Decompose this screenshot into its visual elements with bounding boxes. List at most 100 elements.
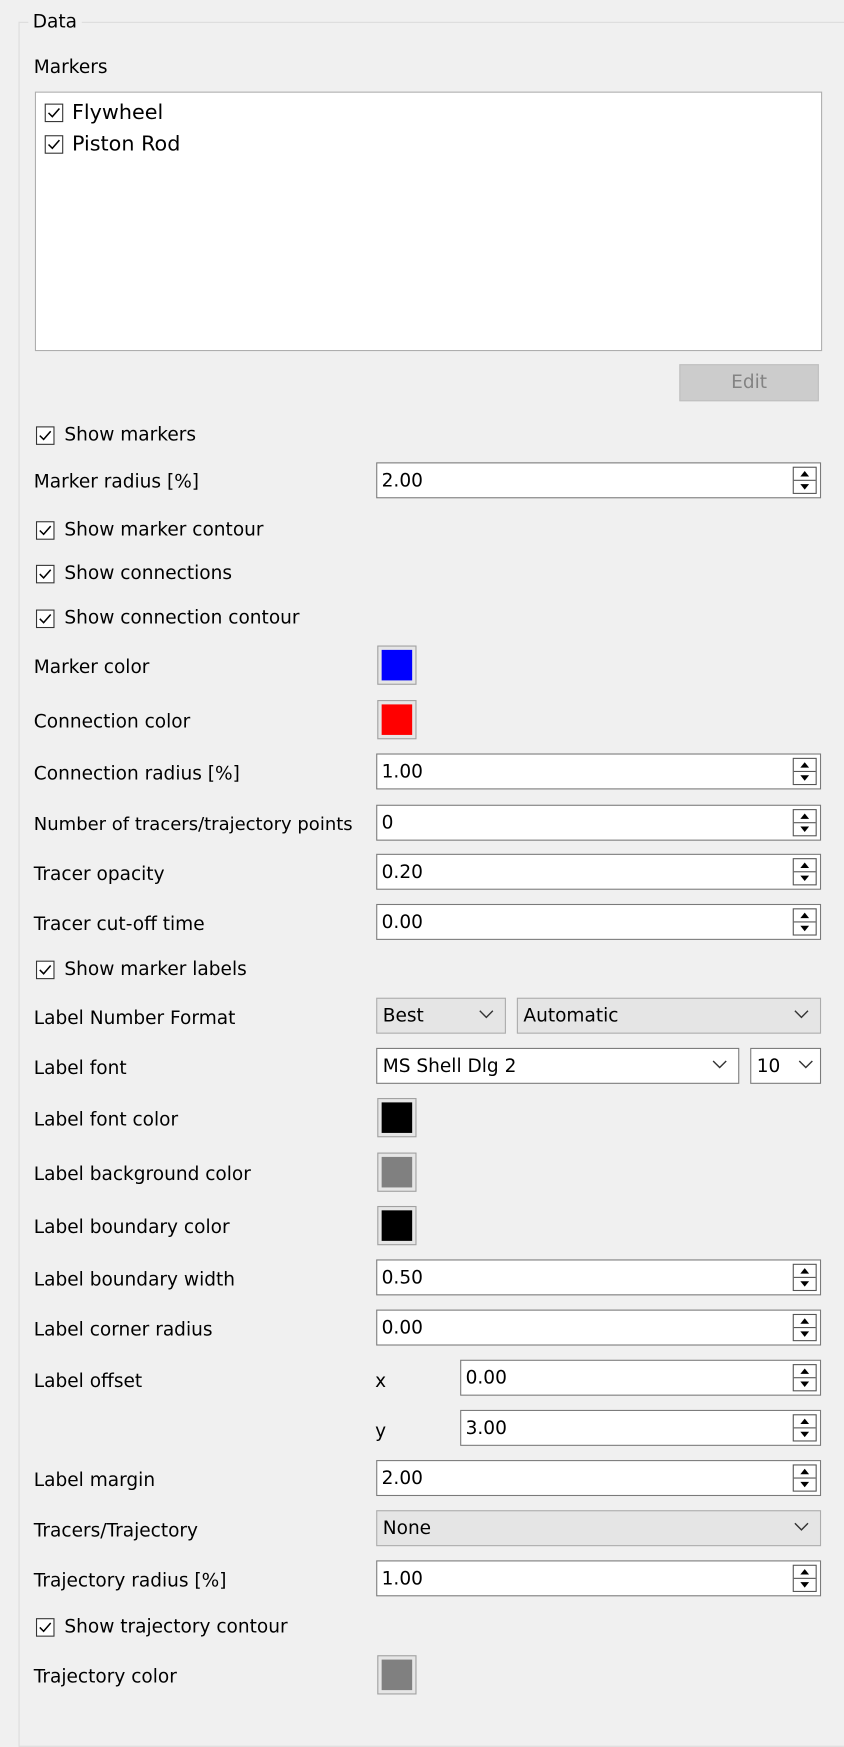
data-panel: Data Markers Flywheel Piston Rod Edit Sh… xyxy=(0,0,844,1747)
spin-up-icon[interactable] xyxy=(793,1415,816,1429)
checkbox-checked-icon[interactable] xyxy=(35,608,55,628)
checkbox-checked-icon[interactable] xyxy=(35,520,55,540)
connection-radius-spinbox[interactable]: 1.00 xyxy=(376,753,822,790)
spin-up-icon[interactable] xyxy=(793,859,816,873)
spin-arrows[interactable] xyxy=(792,1414,817,1442)
spin-down-icon[interactable] xyxy=(794,1278,816,1290)
show-marker-labels-checkbox[interactable]: Show marker labels xyxy=(35,957,247,981)
label-font-label: Label font xyxy=(33,1057,127,1080)
marker-color-button[interactable] xyxy=(377,645,417,685)
checkbox-label: Show markers xyxy=(64,424,197,446)
show-markers-checkbox[interactable]: Show markers xyxy=(35,423,197,447)
label-bg-color-button[interactable] xyxy=(377,1152,417,1192)
edit-button[interactable]: Edit xyxy=(679,364,819,402)
spin-arrows[interactable] xyxy=(792,1263,817,1292)
tracers-trajectory-combo[interactable]: None xyxy=(376,1510,822,1547)
connection-color-button[interactable] xyxy=(377,700,417,740)
color-swatch xyxy=(381,1210,413,1241)
spin-arrows[interactable] xyxy=(792,858,817,886)
label-boundary-color-button[interactable] xyxy=(377,1205,417,1246)
checkbox-label: Show marker labels xyxy=(64,958,247,981)
spin-down-icon[interactable] xyxy=(794,1428,816,1440)
spinbox-value: 0.00 xyxy=(381,911,423,934)
label-offset-x-spinbox[interactable]: 0.00 xyxy=(460,1359,822,1396)
spinbox-value: 0.00 xyxy=(381,1317,423,1340)
show-connections-checkbox[interactable]: Show connections xyxy=(35,562,232,586)
spinbox-value: 1.00 xyxy=(381,1567,423,1590)
offset-y-label: y xyxy=(375,1420,387,1443)
label-margin-spinbox[interactable]: 2.00 xyxy=(376,1460,822,1497)
chevron-down-icon xyxy=(794,1522,809,1531)
checkbox-label: Show marker contour xyxy=(64,519,264,541)
color-swatch xyxy=(381,1156,413,1188)
label-offset-y-spinbox[interactable]: 3.00 xyxy=(460,1409,822,1446)
spin-down-icon[interactable] xyxy=(794,1579,816,1591)
spin-arrows[interactable] xyxy=(792,1564,817,1592)
spin-up-icon[interactable] xyxy=(793,909,816,923)
tracer-opacity-spinbox[interactable]: 0.20 xyxy=(376,853,822,890)
spinbox-value: 2.00 xyxy=(381,1467,423,1490)
spin-down-icon[interactable] xyxy=(794,481,816,493)
label-font-color-button[interactable] xyxy=(377,1098,417,1138)
spin-arrows[interactable] xyxy=(792,757,817,786)
tracer-opacity-label: Tracer opacity xyxy=(33,863,165,886)
spin-down-icon[interactable] xyxy=(794,1378,816,1390)
spinbox-value: 1.00 xyxy=(381,761,423,783)
checkbox-checked-icon[interactable] xyxy=(44,103,64,122)
label-font-color-label: Label font color xyxy=(33,1108,179,1131)
spin-arrows[interactable] xyxy=(792,1464,817,1492)
label-corner-radius-spinbox[interactable]: 0.00 xyxy=(376,1309,822,1346)
list-item-piston-rod[interactable]: Piston Rod xyxy=(44,131,181,157)
trajectory-color-label: Trajectory color xyxy=(33,1666,177,1688)
num-tracers-spinbox[interactable]: 0 xyxy=(376,804,822,841)
tracer-cutoff-spinbox[interactable]: 0.00 xyxy=(376,903,822,940)
label-boundary-width-spinbox[interactable]: 0.50 xyxy=(376,1259,822,1296)
checkbox-checked-icon[interactable] xyxy=(44,134,64,154)
spin-arrows[interactable] xyxy=(792,1364,817,1392)
checkbox-checked-icon[interactable] xyxy=(35,960,55,979)
spin-down-icon[interactable] xyxy=(794,823,816,835)
label-font-combo[interactable]: MS Shell Dlg 2 xyxy=(376,1047,740,1084)
spin-arrows[interactable] xyxy=(792,908,817,936)
checkbox-checked-icon[interactable] xyxy=(35,564,55,583)
spin-up-icon[interactable] xyxy=(793,810,816,824)
show-marker-contour-checkbox[interactable]: Show marker contour xyxy=(35,518,264,542)
spin-down-icon[interactable] xyxy=(794,1479,816,1491)
marker-radius-spinbox[interactable]: 2.00 xyxy=(376,462,822,499)
spin-down-icon[interactable] xyxy=(794,1328,816,1340)
markers-list[interactable]: Flywheel Piston Rod xyxy=(34,91,823,352)
spin-arrows[interactable] xyxy=(792,1313,817,1342)
spin-up-icon[interactable] xyxy=(793,1566,816,1579)
trajectory-color-button[interactable] xyxy=(377,1655,417,1695)
number-format-combo[interactable]: Best xyxy=(376,997,506,1034)
trajectory-radius-spinbox[interactable]: 1.00 xyxy=(376,1560,822,1597)
number-format-precision-combo[interactable]: Automatic xyxy=(516,997,822,1034)
marker-radius-label: Marker radius [%] xyxy=(33,471,200,493)
show-connection-contour-checkbox[interactable]: Show connection contour xyxy=(35,606,300,630)
label-corner-radius-label: Label corner radius xyxy=(33,1319,213,1342)
spin-up-icon[interactable] xyxy=(793,1265,816,1278)
spin-down-icon[interactable] xyxy=(794,872,816,884)
checkbox-checked-icon[interactable] xyxy=(35,425,55,445)
spinbox-value: 3.00 xyxy=(465,1417,507,1440)
label-boundary-color-label: Label boundary color xyxy=(33,1216,230,1239)
spin-up-icon[interactable] xyxy=(793,1315,816,1329)
spin-up-icon[interactable] xyxy=(793,1465,816,1479)
spin-up-icon[interactable] xyxy=(793,759,816,773)
label-bg-color-label: Label background color xyxy=(33,1163,251,1186)
checkbox-checked-icon[interactable] xyxy=(35,1617,55,1637)
spin-arrows[interactable] xyxy=(792,809,817,837)
combo-value: Best xyxy=(382,1005,424,1028)
list-item-flywheel[interactable]: Flywheel xyxy=(44,99,164,125)
offset-x-label: x xyxy=(375,1370,387,1393)
spinbox-value: 0.50 xyxy=(381,1267,423,1289)
spin-up-icon[interactable] xyxy=(793,468,816,481)
spin-arrows[interactable] xyxy=(792,466,817,494)
spin-down-icon[interactable] xyxy=(794,772,816,784)
color-swatch xyxy=(381,1102,413,1133)
show-trajectory-contour-checkbox[interactable]: Show trajectory contour xyxy=(35,1615,288,1639)
label-font-size-combo[interactable]: 10 xyxy=(750,1047,822,1084)
list-item-label: Flywheel xyxy=(71,100,164,125)
spin-down-icon[interactable] xyxy=(794,922,816,934)
spin-up-icon[interactable] xyxy=(793,1365,816,1379)
